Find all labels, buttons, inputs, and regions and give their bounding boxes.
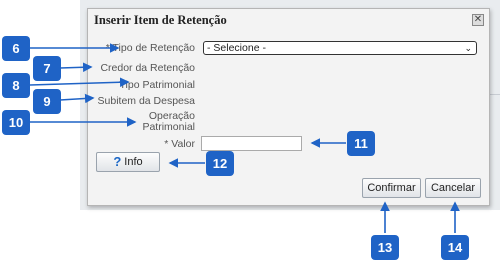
callout-13: 13 xyxy=(371,235,399,260)
callout-12: 12 xyxy=(206,151,234,176)
arrow-8 xyxy=(29,77,130,88)
callout-arrows xyxy=(29,43,460,233)
arrow-7 xyxy=(59,62,93,73)
callout-14: 14 xyxy=(441,235,469,260)
callout-11: 11 xyxy=(347,131,375,156)
callout-9: 9 xyxy=(33,89,61,114)
callout-10: 10 xyxy=(2,110,30,135)
arrow-9 xyxy=(59,93,95,104)
callout-8: 8 xyxy=(2,73,30,98)
callout-7: 7 xyxy=(33,56,61,81)
screenshot-stage: Inserir Item de Retenção ✕ * Tipo de Ret… xyxy=(0,0,500,262)
callout-6: 6 xyxy=(2,36,30,61)
